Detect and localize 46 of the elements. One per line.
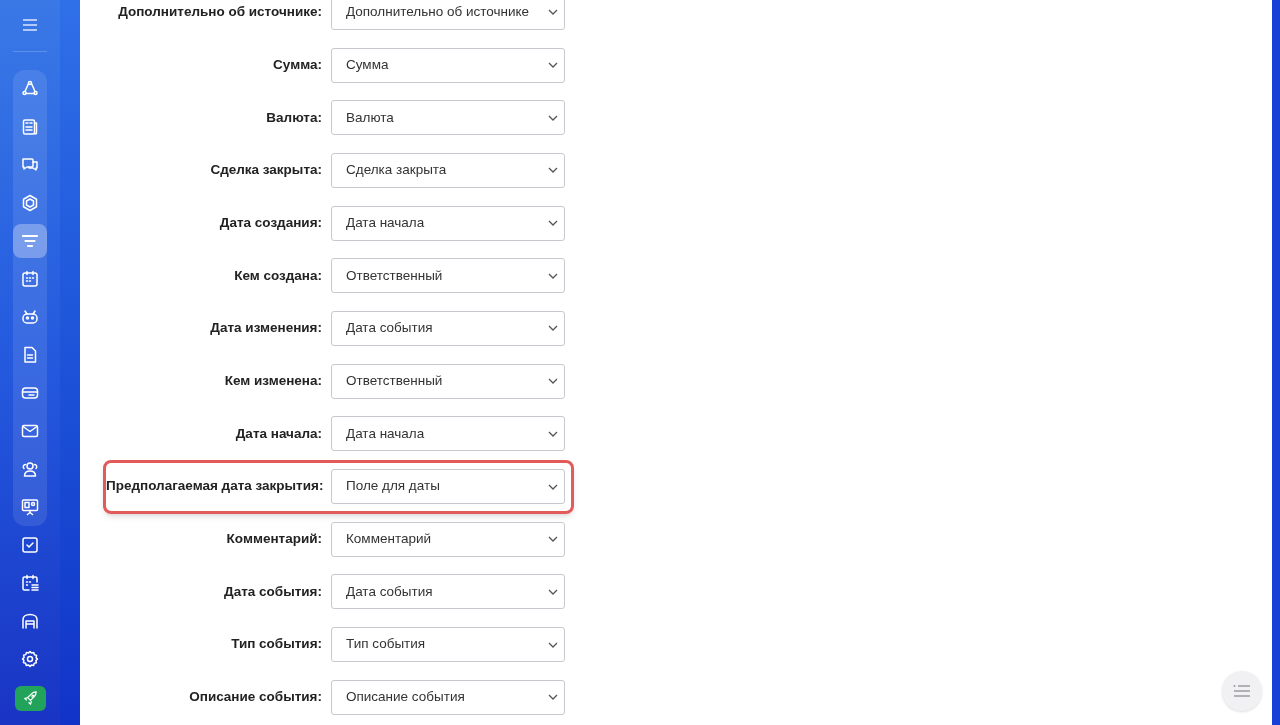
select-field[interactable]: Сделка закрыта: [331, 152, 565, 188]
chevron-icon: [548, 220, 558, 227]
field-label: Комментарий:: [225, 530, 322, 549]
rocket-button[interactable]: [14, 686, 46, 711]
field-label: Дата события:: [223, 582, 322, 601]
chevron-icon: [548, 430, 558, 437]
field-label: Дополнительно об источнике:: [117, 3, 322, 22]
select-field[interactable]: Дата начала: [331, 416, 565, 452]
select-field[interactable]: Сумма: [331, 47, 565, 83]
field-label: Дата создания:: [218, 213, 322, 232]
select-field[interactable]: Комментарий: [331, 521, 565, 557]
funnel-icon[interactable]: [13, 224, 47, 258]
select-field[interactable]: Дата начала: [331, 205, 565, 241]
field-label: Валюта:: [265, 108, 322, 127]
chevron-icon: [548, 641, 558, 648]
chevron-icon: [548, 114, 558, 121]
select-field[interactable]: Валюта: [331, 100, 565, 136]
chevron-icon: [548, 167, 558, 174]
select-field[interactable]: Ответственный: [331, 258, 565, 294]
chevron-icon: [548, 483, 558, 490]
field-label: Сумма:: [272, 55, 322, 74]
chevron-icon: [548, 378, 558, 385]
rocket-icon: [22, 691, 38, 706]
field-label: Дата начала:: [234, 424, 322, 443]
field-label: Тип события:: [230, 635, 322, 654]
select-field[interactable]: Описание события: [331, 679, 565, 715]
chevron-icon: [548, 9, 558, 16]
field-label: Кем изменена:: [223, 372, 322, 391]
select-field[interactable]: Дата события: [331, 310, 565, 346]
select-field[interactable]: Дополнительно об источнике: [331, 0, 565, 30]
field-label: Описание события:: [188, 688, 322, 707]
list-icon: [1233, 685, 1251, 697]
chevron-icon: [548, 272, 558, 279]
field-label: Сделка закрыта:: [209, 161, 322, 180]
chevron-icon: [548, 694, 558, 701]
select-field[interactable]: Тип события: [331, 627, 565, 663]
chevron-icon: [548, 588, 558, 595]
select-field[interactable]: Поле для даты: [331, 469, 565, 505]
field-label: Дата изменения:: [209, 319, 322, 338]
select-field[interactable]: Дата события: [331, 574, 565, 610]
select-field[interactable]: Ответственный: [331, 363, 565, 399]
field-label: Кем создана:: [233, 266, 322, 285]
chevron-icon: [548, 536, 558, 543]
chevron-icon: [548, 325, 558, 332]
chevron-icon: [548, 62, 558, 69]
field-label: Предполагаемая дата закрытия:: [106, 477, 322, 496]
